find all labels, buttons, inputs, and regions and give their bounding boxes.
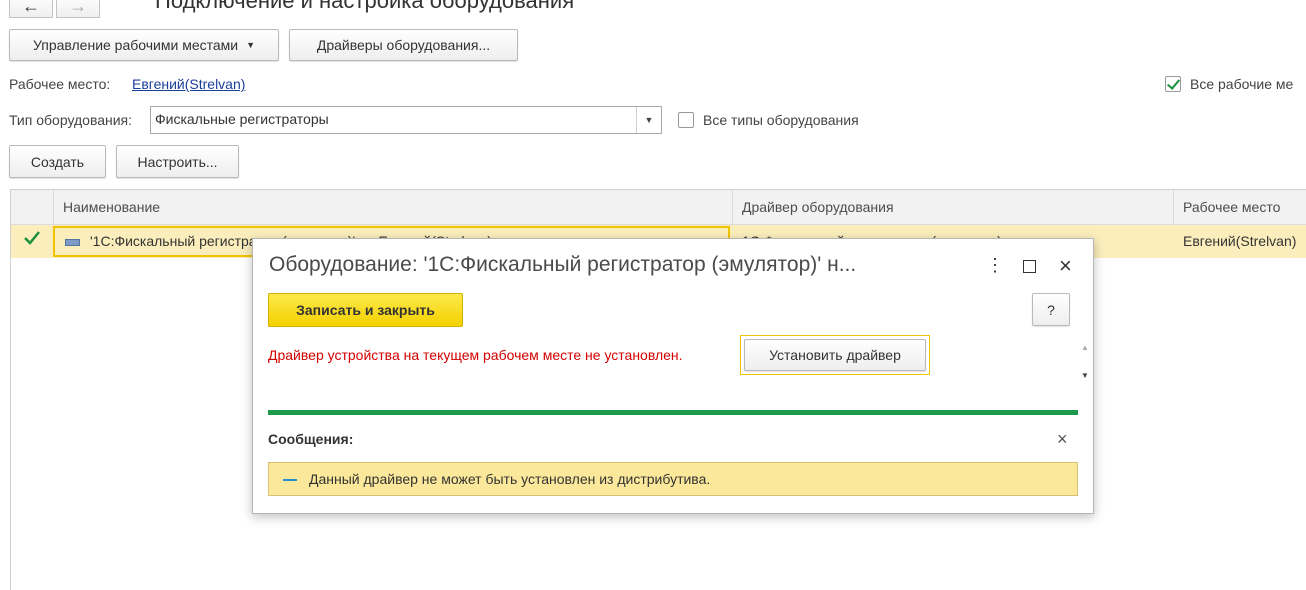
drivers-button[interactable]: Драйверы оборудования... bbox=[289, 29, 518, 61]
message-item[interactable]: Данный драйвер не может быть установлен … bbox=[268, 462, 1078, 496]
equipment-type-value: Фискальные регистраторы bbox=[155, 111, 329, 127]
message-text: Данный драйвер не может быть установлен … bbox=[309, 471, 711, 487]
install-driver-focus: Установить драйвер bbox=[740, 335, 930, 375]
all-workplaces-label: Все рабочие ме bbox=[1190, 76, 1294, 92]
workplaces-menu-label: Управление рабочими местами bbox=[32, 37, 239, 53]
scroll-down-icon[interactable]: ▼ bbox=[1081, 371, 1089, 380]
error-message: Драйвер устройства на текущем рабочем ме… bbox=[268, 347, 683, 363]
create-button[interactable]: Создать bbox=[9, 145, 106, 178]
close-messages-icon[interactable]: × bbox=[1057, 429, 1068, 450]
table-header: Наименование Драйвер оборудования Рабоче… bbox=[11, 190, 1306, 225]
equipment-type-select[interactable]: Фискальные регистраторы ▼ bbox=[150, 106, 662, 134]
workplace-label: Рабочее место: bbox=[9, 76, 111, 92]
back-button[interactable]: ← bbox=[9, 0, 53, 18]
maximize-icon[interactable] bbox=[1023, 257, 1036, 278]
help-button[interactable]: ? bbox=[1032, 293, 1070, 326]
forward-button[interactable]: → bbox=[56, 0, 100, 18]
scroll-up-icon[interactable]: ▲ bbox=[1081, 343, 1089, 352]
close-icon[interactable]: × bbox=[1059, 253, 1072, 279]
column-header-workplace[interactable]: Рабочее место bbox=[1173, 190, 1306, 224]
save-close-button[interactable]: Записать и закрыть bbox=[268, 293, 463, 327]
install-driver-button[interactable]: Установить драйвер bbox=[744, 339, 926, 371]
row-cell-workplace: Евгений(Strelvan) bbox=[1183, 233, 1297, 249]
dialog-title: Оборудование: '1С:Фискальный регистратор… bbox=[269, 253, 857, 276]
equipment-dialog: Оборудование: '1С:Фискальный регистратор… bbox=[252, 238, 1094, 514]
check-icon bbox=[11, 225, 53, 258]
dash-icon bbox=[283, 479, 297, 481]
workplace-link[interactable]: Евгений(Strelvan) bbox=[132, 76, 245, 92]
element-icon bbox=[65, 238, 80, 246]
arrow-right-icon: → bbox=[69, 0, 87, 16]
all-types-label: Все типы оборудования bbox=[703, 112, 859, 128]
column-header-driver[interactable]: Драйвер оборудования bbox=[732, 190, 1173, 224]
separator-bar bbox=[268, 410, 1078, 415]
messages-header: Сообщения: bbox=[268, 431, 354, 447]
chevron-down-icon: ▼ bbox=[246, 40, 256, 50]
arrow-left-icon: ← bbox=[22, 0, 40, 16]
more-icon[interactable]: ⋮ bbox=[986, 255, 1004, 276]
workplaces-menu-button[interactable]: Управление рабочими местами ▼ bbox=[9, 29, 279, 61]
column-header-name[interactable]: Наименование bbox=[53, 190, 732, 224]
all-types-checkbox[interactable] bbox=[678, 112, 694, 128]
all-workplaces-checkbox[interactable] bbox=[1165, 76, 1181, 92]
page-title: Подключение и настройка оборудования bbox=[155, 0, 575, 13]
equipment-type-label: Тип оборудования: bbox=[9, 112, 133, 128]
chevron-down-icon[interactable]: ▼ bbox=[636, 107, 661, 133]
configure-button[interactable]: Настроить... bbox=[116, 145, 239, 178]
